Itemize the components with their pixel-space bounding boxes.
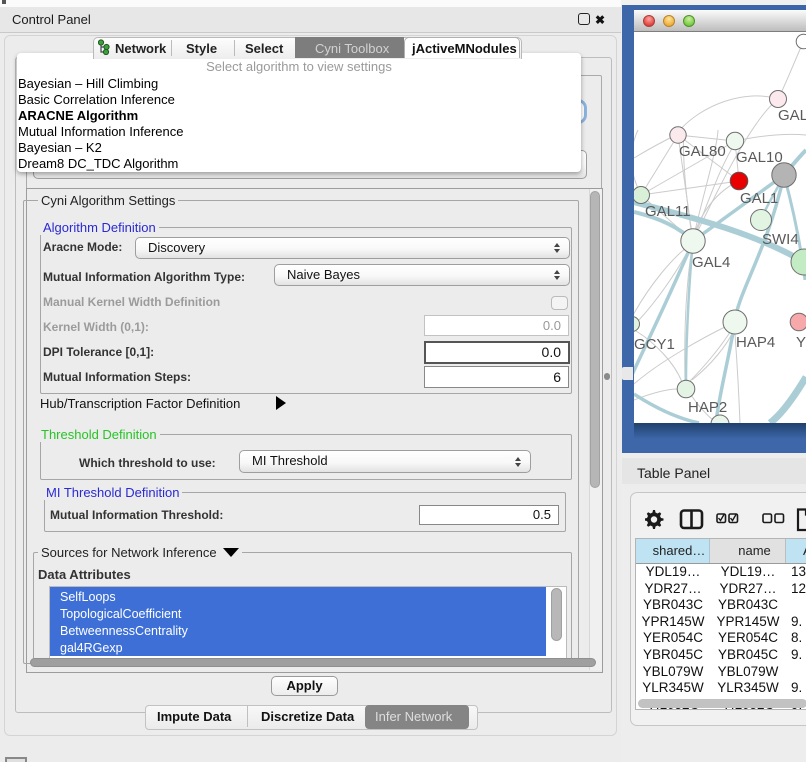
svg-text:GAL11: GAL11 xyxy=(645,203,691,220)
svg-text:GAL80: GAL80 xyxy=(679,143,726,160)
svg-text:GAL: GAL xyxy=(778,107,806,124)
svg-text:HAP4: HAP4 xyxy=(736,334,775,351)
svg-text:GAL4: GAL4 xyxy=(692,254,730,271)
svg-text:GAL10: GAL10 xyxy=(736,149,783,166)
svg-text:HAP2: HAP2 xyxy=(688,399,727,416)
svg-text:SWI4: SWI4 xyxy=(762,231,799,248)
svg-text:GCY1: GCY1 xyxy=(634,336,675,353)
svg-text:Y: Y xyxy=(796,334,806,351)
svg-text:GAL1: GAL1 xyxy=(740,190,778,207)
